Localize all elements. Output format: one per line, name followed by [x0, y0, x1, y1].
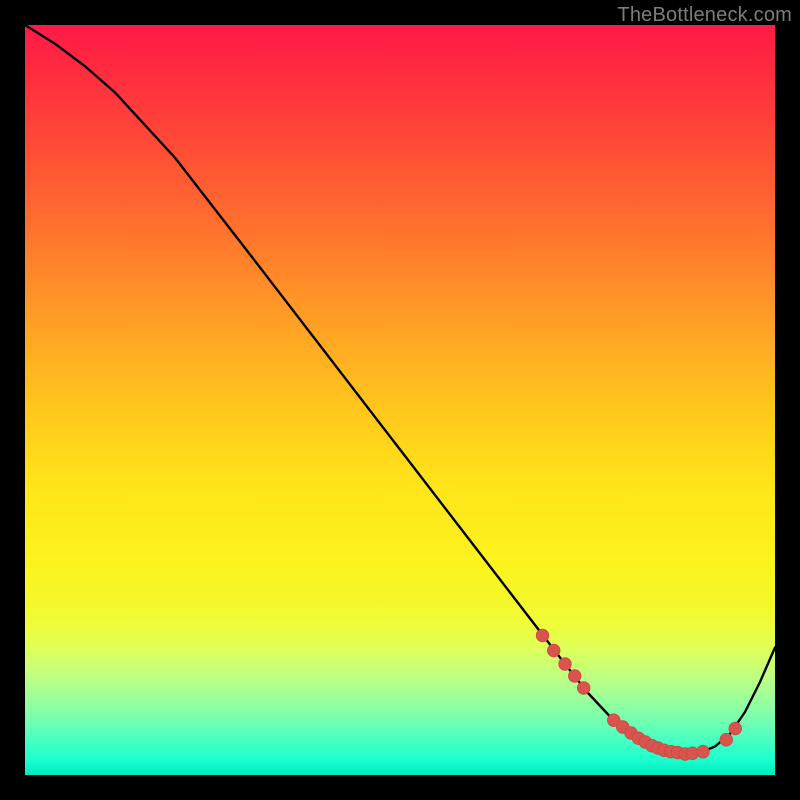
sample-point — [729, 722, 742, 735]
chart-stage: TheBottleneck.com — [0, 0, 800, 800]
sample-point — [547, 644, 560, 657]
watermark-text: TheBottleneck.com — [617, 4, 792, 27]
sample-points — [25, 25, 775, 775]
sample-point — [536, 629, 549, 642]
sample-point — [697, 745, 710, 758]
sample-point — [577, 682, 590, 695]
sample-point — [720, 733, 733, 746]
sample-point — [568, 670, 581, 683]
plot-area — [25, 25, 775, 775]
sample-point — [559, 658, 572, 671]
